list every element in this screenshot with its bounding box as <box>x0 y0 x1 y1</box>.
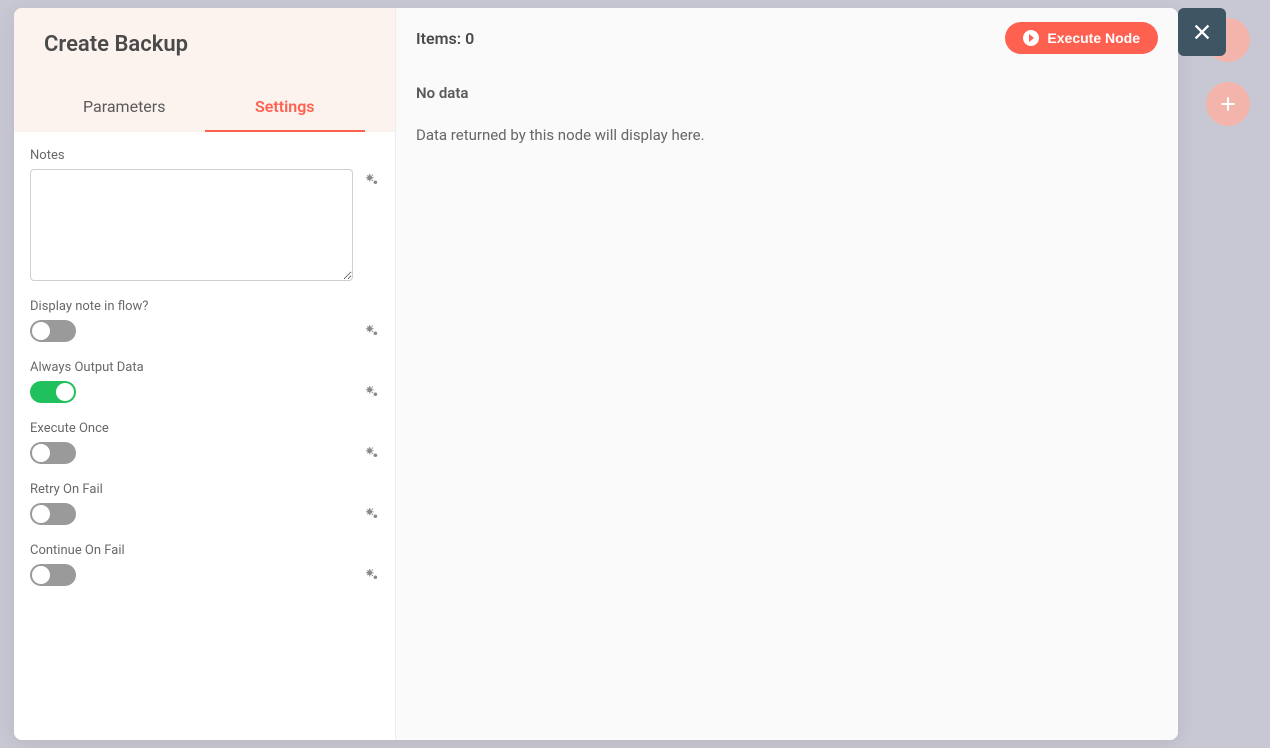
label-execute-once: Execute Once <box>30 421 381 436</box>
left-header: Create Backup Parameters Settings <box>14 8 395 132</box>
label-continue-on-fail: Continue On Fail <box>30 543 381 558</box>
setting-execute-once: Execute Once <box>30 421 381 464</box>
setting-retry-on-fail: Retry On Fail <box>30 482 381 525</box>
no-data-desc: Data returned by this node will display … <box>416 126 1158 144</box>
label-notes: Notes <box>30 148 381 163</box>
execute-node-button[interactable]: Execute Node <box>1005 22 1158 54</box>
gears-icon[interactable] <box>363 322 381 340</box>
close-button[interactable] <box>1178 8 1226 56</box>
tab-bar: Parameters Settings <box>44 83 365 132</box>
gears-icon[interactable] <box>363 444 381 462</box>
play-icon <box>1023 30 1039 46</box>
execute-node-label: Execute Node <box>1047 30 1140 46</box>
gears-icon[interactable] <box>363 383 381 401</box>
setting-always-output: Always Output Data <box>30 360 381 403</box>
toggle-retry-on-fail[interactable] <box>30 503 76 525</box>
output-header: Items: 0 Execute Node <box>416 22 1158 54</box>
label-display-note: Display note in flow? <box>30 299 381 314</box>
close-icon <box>1191 21 1213 43</box>
toggle-always-output[interactable] <box>30 381 76 403</box>
no-data-title: No data <box>416 84 1158 102</box>
tab-settings[interactable]: Settings <box>205 83 366 132</box>
settings-body: Notes Display note in flow? <box>14 132 395 620</box>
label-always-output: Always Output Data <box>30 360 381 375</box>
tab-parameters[interactable]: Parameters <box>44 83 205 132</box>
items-count: Items: 0 <box>416 29 474 48</box>
toggle-execute-once[interactable] <box>30 442 76 464</box>
node-editor-modal: Create Backup Parameters Settings Notes … <box>14 8 1178 740</box>
node-title: Create Backup <box>44 32 365 57</box>
setting-continue-on-fail: Continue On Fail <box>30 543 381 586</box>
output-panel: Items: 0 Execute Node No data Data retur… <box>396 8 1178 740</box>
gears-icon[interactable] <box>363 171 381 189</box>
bg-add-node-fab[interactable] <box>1206 82 1250 126</box>
toggle-continue-on-fail[interactable] <box>30 564 76 586</box>
left-panel: Create Backup Parameters Settings Notes … <box>14 8 396 740</box>
gears-icon[interactable] <box>363 505 381 523</box>
setting-notes: Notes <box>30 148 381 281</box>
plus-icon <box>1218 94 1238 114</box>
notes-textarea[interactable] <box>30 169 353 281</box>
label-retry-on-fail: Retry On Fail <box>30 482 381 497</box>
toggle-display-note[interactable] <box>30 320 76 342</box>
setting-display-note: Display note in flow? <box>30 299 381 342</box>
gears-icon[interactable] <box>363 566 381 584</box>
